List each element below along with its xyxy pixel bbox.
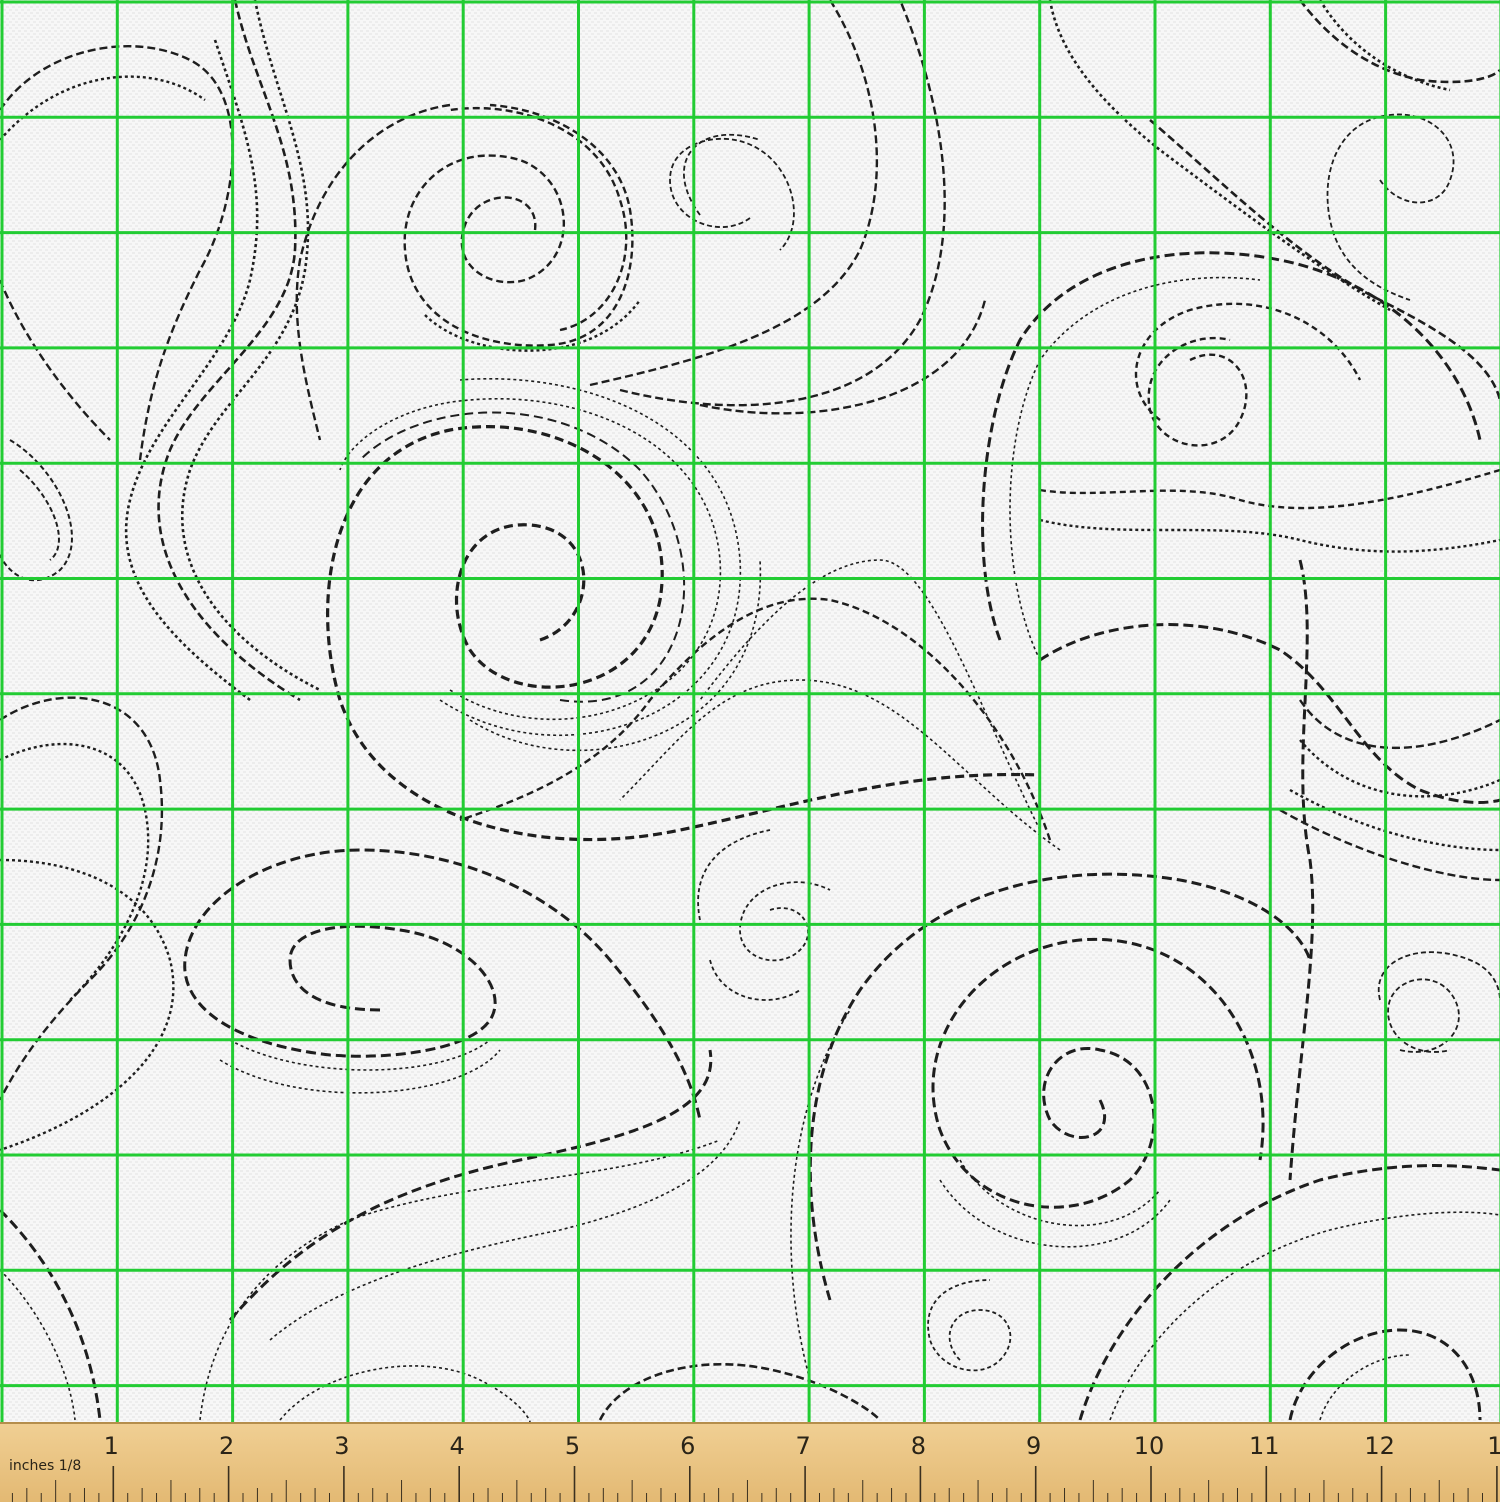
ruler-number: 11 bbox=[1249, 1432, 1280, 1460]
fabric-swatch bbox=[0, 0, 1500, 1422]
ruler-number: 9 bbox=[1026, 1432, 1041, 1460]
ruler-number: 12 bbox=[1364, 1432, 1395, 1460]
ruler-number: 1 bbox=[104, 1432, 119, 1460]
ruler-number: 4 bbox=[450, 1432, 465, 1460]
ruler-number: 7 bbox=[795, 1432, 810, 1460]
ruler-unit-label: inches 1/8 bbox=[9, 1458, 82, 1474]
fabric-background bbox=[0, 0, 1500, 1422]
ruler: 1 2 3 4 5 6 7 8 9 10 11 12 1 inches 1/8 bbox=[0, 1422, 1500, 1502]
ruler-number: 2 bbox=[219, 1432, 234, 1460]
ruler-number: 10 bbox=[1134, 1432, 1165, 1460]
ruler-number: 5 bbox=[565, 1432, 580, 1460]
ruler-number: 8 bbox=[911, 1432, 926, 1460]
ruler-number: 3 bbox=[334, 1432, 349, 1460]
ruler-number: 6 bbox=[680, 1432, 695, 1460]
ruler-number: 1 bbox=[1487, 1432, 1500, 1460]
